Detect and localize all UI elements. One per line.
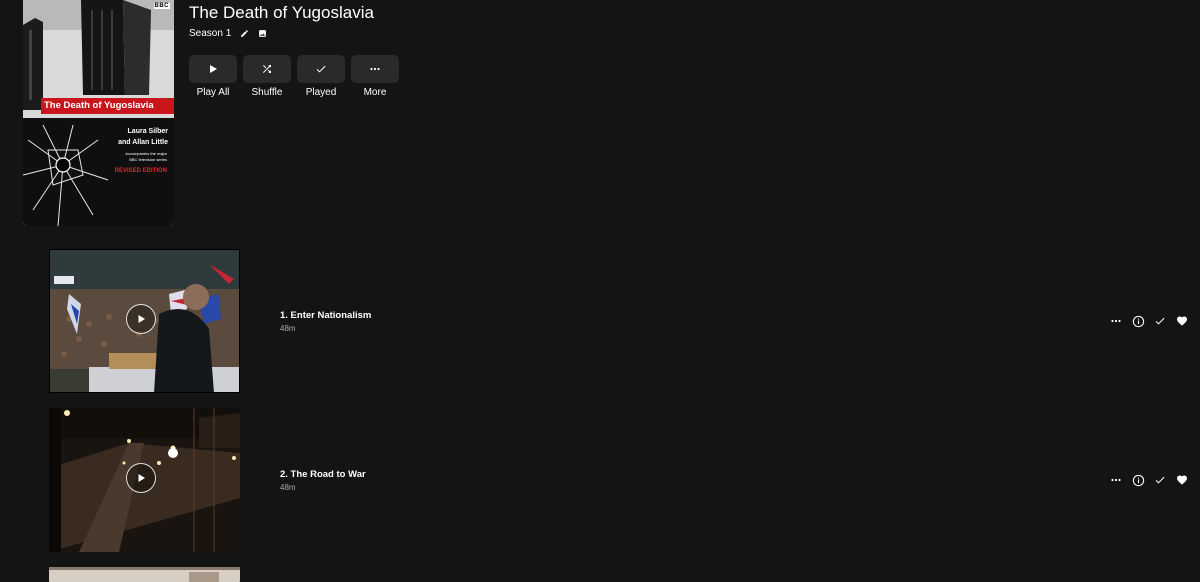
page-title: The Death of Yugoslavia: [189, 3, 374, 22]
shuffle-icon: [263, 65, 271, 73]
shuffle-button-bg[interactable]: [243, 55, 291, 83]
episode-row: 1. Enter Nationalism 48m: [49, 249, 1189, 395]
shuffle-label: Shuffle: [251, 87, 283, 98]
season-poster[interactable]: BBC The Death of Yugoslavia Laura Silber…: [23, 0, 174, 226]
poster-book-title: The Death of Yugoslavia: [41, 98, 174, 114]
played-button[interactable]: Played: [297, 55, 345, 98]
poster-subtitle-line-2: BBC television series: [129, 157, 167, 162]
episode-duration: 48m: [280, 483, 296, 492]
episode-info: 2. The Road to War 48m: [280, 469, 366, 492]
episode-info: 1. Enter Nationalism 48m: [280, 310, 371, 333]
heart-icon[interactable]: [1175, 473, 1189, 487]
poster-subtitle: Accompanies the major BBC television ser…: [107, 151, 167, 163]
more-icon[interactable]: [1109, 314, 1123, 328]
play-all-button-bg[interactable]: [189, 55, 237, 83]
info-icon[interactable]: [1131, 473, 1145, 487]
more-button-bg[interactable]: [351, 55, 399, 83]
info-icon[interactable]: [1131, 314, 1145, 328]
edit-icon[interactable]: [239, 29, 249, 39]
poster-author-2: and Allan Little: [118, 139, 168, 146]
episode-title[interactable]: 1. Enter Nationalism: [280, 310, 371, 321]
more-label: More: [363, 87, 387, 98]
played-label: Played: [305, 87, 337, 98]
play-button[interactable]: [126, 304, 156, 334]
episode-thumbnail[interactable]: [49, 249, 240, 393]
check-icon[interactable]: [1153, 473, 1167, 487]
play-icon: [138, 474, 145, 482]
episode-thumbnail[interactable]: [49, 408, 240, 552]
bbc-logo: BBC: [153, 3, 170, 9]
play-button[interactable]: [126, 463, 156, 493]
episode-actions: [1109, 473, 1189, 487]
more-icon[interactable]: [1109, 473, 1123, 487]
play-all-label: Play All: [196, 87, 230, 98]
more-icon: [370, 67, 380, 71]
poster-edition: REVISED EDITION: [114, 168, 167, 174]
played-button-bg[interactable]: [297, 55, 345, 83]
heart-icon[interactable]: [1175, 314, 1189, 328]
more-button[interactable]: More: [351, 55, 399, 98]
episode-duration: 48m: [280, 324, 296, 333]
poster-author-1: Laura Silber: [127, 128, 168, 135]
action-bar: Play All Shuffle Played More: [189, 55, 399, 98]
episode-actions: [1109, 314, 1189, 328]
episode-row: 2. The Road to War 48m: [49, 408, 1189, 554]
check-icon: [316, 65, 326, 73]
play-icon: [138, 315, 145, 323]
episode-title[interactable]: 2. The Road to War: [280, 469, 366, 480]
poster-authors: Laura Silber and Allan Little: [118, 126, 168, 148]
season-row: Season 1: [189, 28, 267, 39]
episode-row: [49, 567, 1189, 582]
image-icon[interactable]: [257, 29, 267, 39]
play-icon: [210, 65, 217, 73]
episode-thumbnail[interactable]: [49, 567, 240, 582]
episode-3-still: [49, 567, 240, 582]
play-all-button[interactable]: Play All: [189, 55, 237, 98]
season-label: Season 1: [189, 28, 232, 39]
check-icon[interactable]: [1153, 314, 1167, 328]
shuffle-button[interactable]: Shuffle: [243, 55, 291, 98]
